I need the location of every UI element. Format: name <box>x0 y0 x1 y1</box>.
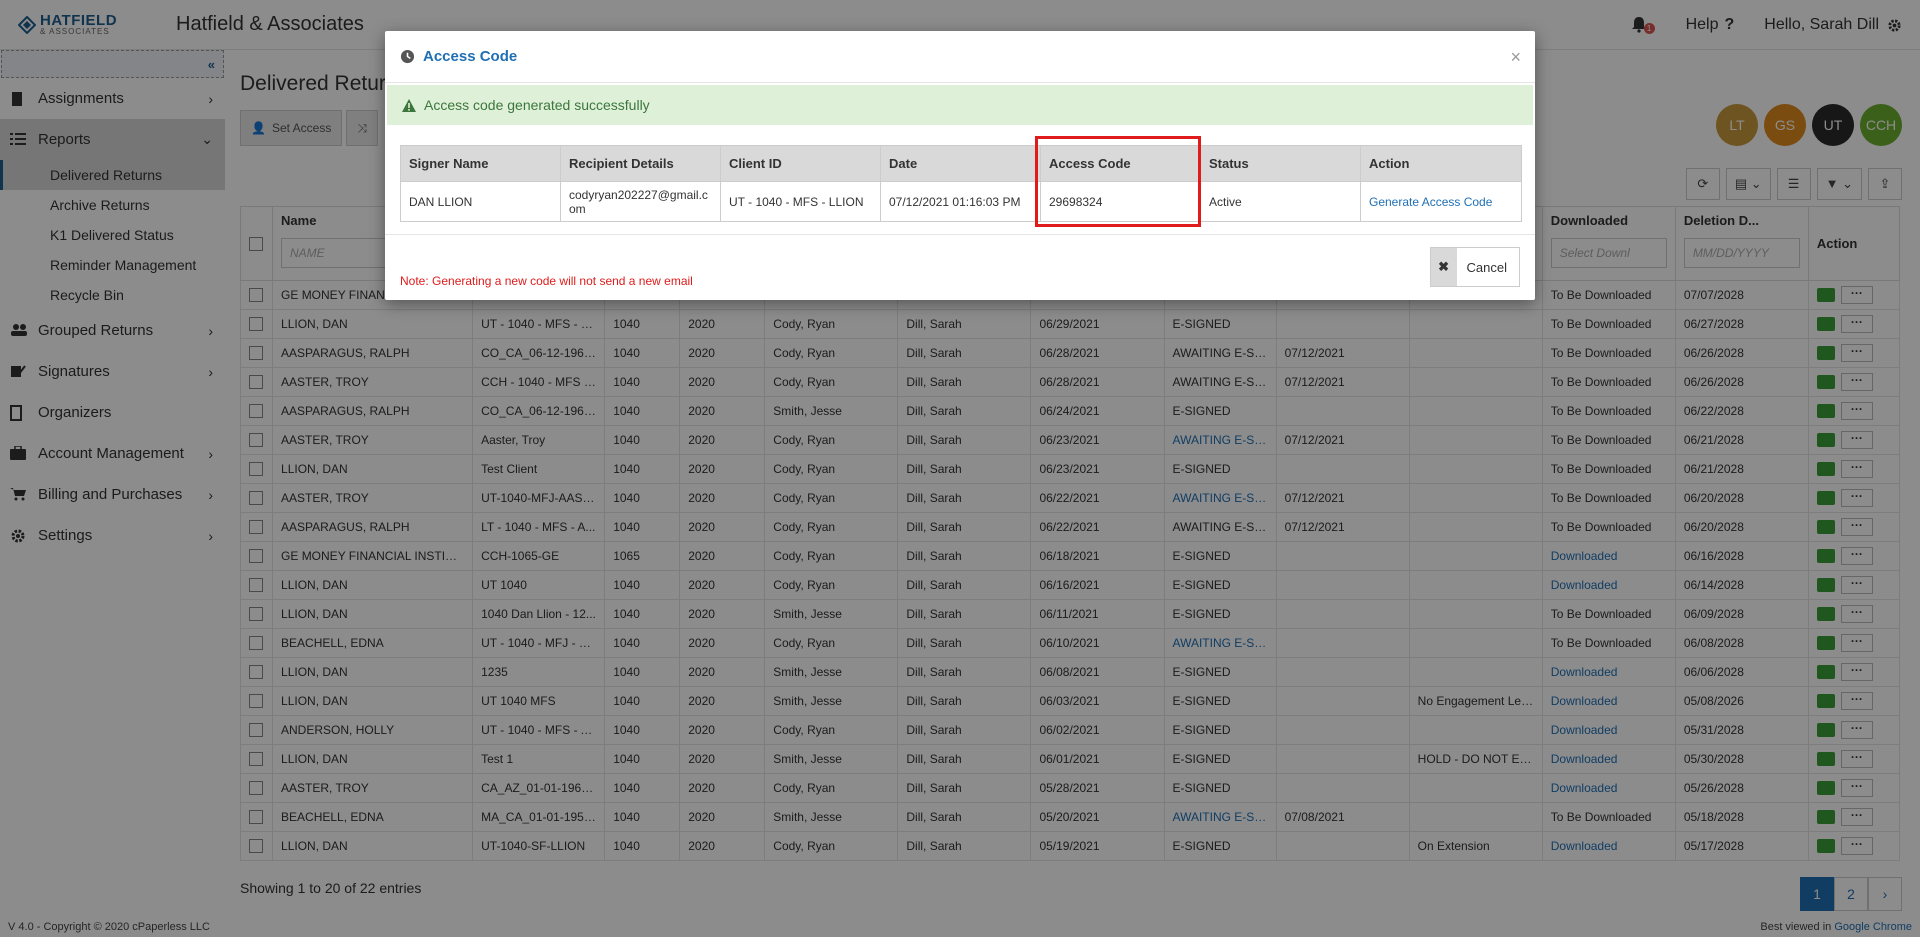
header-recipient-details: Recipient Details <box>560 145 721 182</box>
header-date: Date <box>880 145 1041 182</box>
generate-access-code-link[interactable]: Generate Access Code <box>1369 195 1492 209</box>
cancel-label: Cancel <box>1466 259 1507 275</box>
modal-title: Access Code <box>423 48 518 65</box>
modal-close-button[interactable]: × <box>1510 47 1521 68</box>
access-code-highlight <box>1035 136 1201 227</box>
cancel-button[interactable]: ✖ Cancel <box>1429 247 1520 287</box>
warning-icon <box>402 98 416 112</box>
access-code-header-row: Signer Name Recipient Details Client ID … <box>400 145 1522 182</box>
header-client-id: Client ID <box>720 145 881 182</box>
recipient-cell: codyryan202227@gmail.com <box>560 181 721 222</box>
header-action: Action <box>1360 145 1522 182</box>
access-code-modal: Access Code × Access code generated succ… <box>385 31 1535 300</box>
status-cell: Active <box>1200 181 1361 222</box>
alert-text: Access code generated successfully <box>424 97 650 113</box>
access-code-row: DAN LLION codyryan202227@gmail.com UT - … <box>400 181 1522 222</box>
action-cell: Generate Access Code <box>1360 181 1522 222</box>
clock-icon <box>400 49 415 64</box>
access-code-table: Signer Name Recipient Details Client ID … <box>400 145 1522 222</box>
header-status: Status <box>1200 145 1361 182</box>
modal-note: Note: Generating a new code will not sen… <box>400 274 693 288</box>
signer-name-cell: DAN LLION <box>400 181 561 222</box>
header-signer-name: Signer Name <box>400 145 561 182</box>
success-alert: Access code generated successfully <box>387 85 1533 125</box>
date-cell: 07/12/2021 01:16:03 PM <box>880 181 1041 222</box>
client-id-cell: UT - 1040 - MFS - LLION <box>720 181 881 222</box>
close-icon: ✖ <box>1430 248 1457 286</box>
